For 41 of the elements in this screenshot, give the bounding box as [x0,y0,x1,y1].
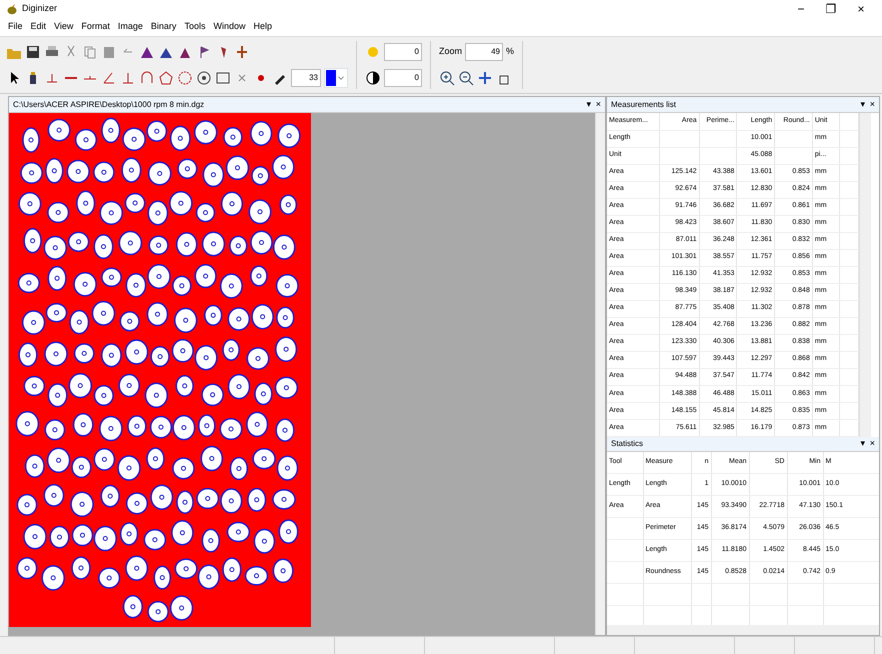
cross-icon[interactable] [234,44,250,60]
minimize-button[interactable]: − [786,0,816,18]
restore-button[interactable]: ❐ [816,0,846,18]
angle-icon[interactable] [101,70,117,86]
rectangle-icon[interactable] [215,70,231,86]
close-button[interactable]: × [870,437,875,450]
menu-item[interactable]: Tools [184,20,206,34]
menu-item[interactable]: Format [81,20,110,34]
menu-item[interactable]: File [8,20,23,34]
menu-item[interactable]: Image [118,20,143,34]
menu-item[interactable]: View [54,20,74,34]
window-title: Diginizer [22,2,58,16]
circle-icon[interactable] [196,70,212,86]
brightness-spinner[interactable]: 0 [384,43,422,61]
arc-icon[interactable] [139,70,155,86]
contrast-icon [365,70,381,86]
close-button[interactable]: × [846,0,876,18]
sun-icon [365,44,381,60]
document-title: C:\Users\ACER ASPIRE\Desktop\1000 rpm 8 min.dgz [13,98,206,110]
color-picker[interactable] [324,68,348,88]
close-button[interactable]: × [596,98,601,112]
line-width-spinner[interactable]: 33 [291,69,321,87]
menu-item[interactable]: Help [253,20,272,34]
zoom-spinner[interactable]: 49 [465,43,504,61]
move-icon[interactable] [477,70,493,86]
menu-item[interactable]: Binary [150,20,176,34]
menu-item[interactable]: Edit [30,20,46,34]
percent-label: % [506,45,514,58]
menu-item[interactable]: Window [213,20,246,34]
pin-button[interactable]: ▾ [860,98,866,112]
panel-title: Measurements list [611,98,677,110]
pin-button[interactable]: ▾ [860,437,866,450]
zoom-label: Zoom [439,45,462,58]
contrast-spinner[interactable]: 0 [384,69,422,87]
zoom-out-icon[interactable] [458,70,474,86]
zoom-in-icon[interactable] [439,70,455,86]
app-logo-icon [6,2,18,16]
perpendicular-icon[interactable] [120,70,136,86]
close-button[interactable]: × [870,98,875,112]
pin-button[interactable]: ▾ [586,98,592,112]
panel-title: Statistics [611,438,644,450]
